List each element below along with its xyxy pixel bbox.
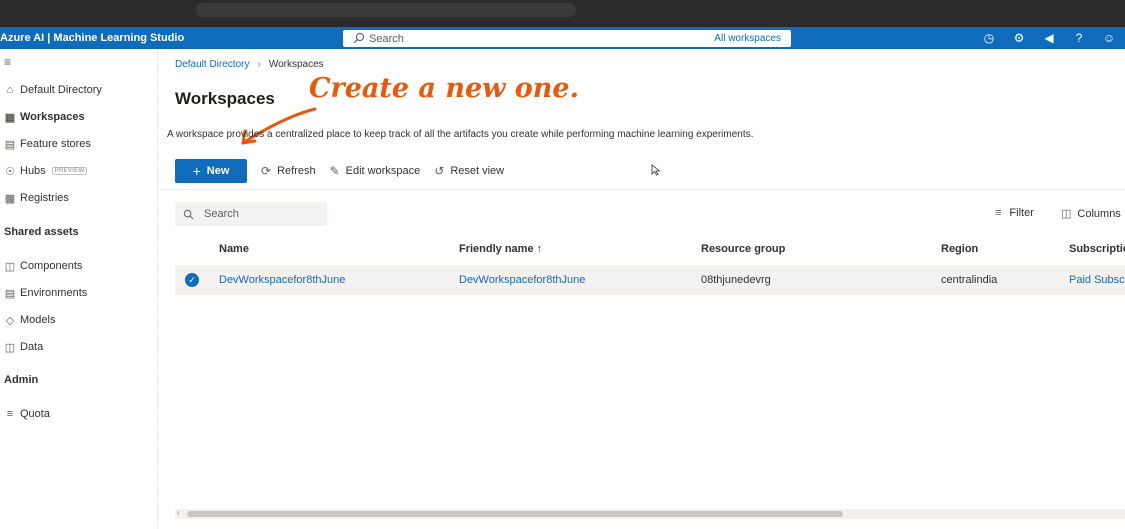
left-nav: ≡ ⌂ Default Directory ▦ Workspaces ▤ Fea… xyxy=(0,49,158,529)
clock-icon[interactable]: ◷ xyxy=(981,30,997,46)
sidebar-item-default-directory[interactable]: ⌂ Default Directory xyxy=(0,79,158,101)
registry-icon: ▩ xyxy=(4,192,16,205)
models-icon: ◇ xyxy=(5,314,15,327)
horizontal-scrollbar[interactable]: ‹ xyxy=(175,508,1125,519)
workspaces-table: Name Friendly name ↑ Resource group Regi… xyxy=(175,235,1125,295)
column-header-resource-group[interactable]: Resource group xyxy=(701,243,785,255)
environments-icon: ▤ xyxy=(4,287,16,300)
megaphone-icon[interactable]: ◀ xyxy=(1041,30,1057,46)
toolbar-divider xyxy=(159,189,1125,190)
global-search-placeholder: Search xyxy=(369,33,404,45)
sidebar-item-data[interactable]: ◫ Data xyxy=(0,336,158,358)
browser-chrome xyxy=(0,0,1125,27)
chevron-right-icon: › xyxy=(257,59,261,70)
refresh-button[interactable]: ⟳ Refresh xyxy=(261,164,316,178)
refresh-label: Refresh xyxy=(277,165,316,177)
column-header-region[interactable]: Region xyxy=(941,243,978,255)
command-bar: + New ⟳ Refresh ✎ Edit workspace ↺ Reset… xyxy=(175,157,1125,185)
sidebar-item-hubs[interactable]: ☉ Hubs PREVIEW xyxy=(0,160,158,182)
section-shared-assets: Shared assets xyxy=(4,226,79,238)
breadcrumb-default-directory[interactable]: Default Directory xyxy=(175,59,249,70)
mouse-pointer-icon xyxy=(651,164,661,176)
app-header: Azure AI | Machine Learning Studio Searc… xyxy=(0,27,1125,49)
reset-view-button[interactable]: ↺ Reset view xyxy=(434,164,504,178)
page-description: A workspace provides a centralized place… xyxy=(167,129,754,140)
cell-name-link[interactable]: DevWorkspacefor8thJune xyxy=(219,274,345,286)
column-header-name[interactable]: Name xyxy=(219,243,249,255)
section-admin: Admin xyxy=(4,374,39,386)
sidebar-item-registries[interactable]: ▩ Registries xyxy=(0,187,158,209)
feature-store-icon: ▤ xyxy=(4,138,16,151)
browser-address-bar[interactable] xyxy=(196,3,576,17)
data-icon: ◫ xyxy=(4,341,16,354)
sidebar-item-label: Components xyxy=(20,260,83,272)
reset-label: Reset view xyxy=(450,165,505,177)
edit-label: Edit workspace xyxy=(345,165,421,177)
sidebar-item-feature-stores[interactable]: ▤ Feature stores xyxy=(0,133,158,155)
columns-button[interactable]: ◫ Columns xyxy=(1061,207,1121,221)
plus-icon: + xyxy=(192,163,201,179)
column-header-friendly-name[interactable]: Friendly name ↑ xyxy=(459,243,542,255)
columns-icon: ◫ xyxy=(1061,208,1072,220)
app-title[interactable]: Azure AI | Machine Learning Studio xyxy=(0,32,184,44)
sidebar-item-label: Environments xyxy=(20,287,88,299)
edit-workspace-button[interactable]: ✎ Edit workspace xyxy=(330,164,421,178)
new-button-label: New xyxy=(206,165,230,177)
sidebar-item-workspaces[interactable]: ▦ Workspaces xyxy=(0,106,158,128)
help-icon[interactable]: ? xyxy=(1071,30,1087,46)
table-row[interactable]: ✓ DevWorkspacefor8thJune DevWorkspacefor… xyxy=(175,265,1125,295)
workspace-search-placeholder: Search xyxy=(204,208,239,220)
breadcrumb-workspaces: Workspaces xyxy=(268,59,324,70)
filter-label: Filter xyxy=(1009,207,1034,219)
filter-icon: ≡ xyxy=(995,207,1002,219)
search-icon xyxy=(353,32,365,44)
main-content: Default Directory › Workspaces Workspace… xyxy=(159,49,1125,529)
sidebar-item-label: Default Directory xyxy=(20,84,102,96)
refresh-icon: ⟳ xyxy=(261,164,272,178)
sidebar-item-label: Data xyxy=(20,341,44,353)
components-icon: ◫ xyxy=(4,260,16,273)
cell-region: centralindia xyxy=(941,274,998,286)
global-search[interactable]: Search All workspaces xyxy=(343,30,791,47)
sidebar-item-label: Registries xyxy=(20,192,69,204)
columns-label: Columns xyxy=(1077,207,1121,220)
sidebar-item-environments[interactable]: ▤ Environments xyxy=(0,282,158,304)
table-header-row: Name Friendly name ↑ Resource group Regi… xyxy=(175,235,1125,265)
hub-icon: ☉ xyxy=(5,165,15,178)
scroll-left-arrow-icon[interactable]: ‹ xyxy=(177,508,180,517)
annotation-arrow-icon xyxy=(241,107,317,145)
search-icon xyxy=(183,209,194,219)
smiley-icon[interactable]: ☺ xyxy=(1101,30,1117,46)
search-scope-selector[interactable]: All workspaces xyxy=(708,32,787,45)
sidebar-item-label: Workspaces xyxy=(20,111,85,123)
column-header-subscription[interactable]: Subscription xyxy=(1069,243,1125,255)
home-icon: ⌂ xyxy=(6,84,14,96)
sidebar-item-label: Models xyxy=(20,314,56,326)
gear-icon[interactable]: ⚙ xyxy=(1011,30,1027,46)
breadcrumb: Default Directory › Workspaces xyxy=(175,59,324,70)
cell-subscription-link[interactable]: Paid Subscri xyxy=(1069,274,1125,286)
cell-resource-group: 08thjunedevrg xyxy=(701,274,771,286)
sidebar-item-models[interactable]: ◇ Models xyxy=(0,309,158,331)
row-selected-check-icon[interactable]: ✓ xyxy=(185,273,199,287)
quota-icon: ≡ xyxy=(6,408,14,420)
sidebar-item-label: Feature stores xyxy=(20,138,91,150)
scrollbar-thumb[interactable] xyxy=(187,511,843,517)
new-workspace-button[interactable]: + New xyxy=(175,159,247,183)
handwritten-annotation: Create a new one. xyxy=(309,73,579,104)
pencil-icon: ✎ xyxy=(329,164,340,178)
sidebar-item-label: Quota xyxy=(20,408,50,420)
undo-icon: ↺ xyxy=(434,164,445,178)
workspace-icon: ▦ xyxy=(4,111,16,124)
preview-badge: PREVIEW xyxy=(51,167,88,175)
sidebar-item-components[interactable]: ◫ Components xyxy=(0,255,158,277)
hamburger-menu-icon[interactable]: ≡ xyxy=(4,55,11,69)
cell-friendly-name-link[interactable]: DevWorkspacefor8thJune xyxy=(459,274,585,286)
workspace-search-input[interactable]: Search xyxy=(175,202,327,226)
filter-button[interactable]: ≡ Filter xyxy=(995,207,1034,219)
sidebar-item-quota[interactable]: ≡ Quota xyxy=(0,403,158,425)
sidebar-item-label: Hubs xyxy=(20,165,46,177)
